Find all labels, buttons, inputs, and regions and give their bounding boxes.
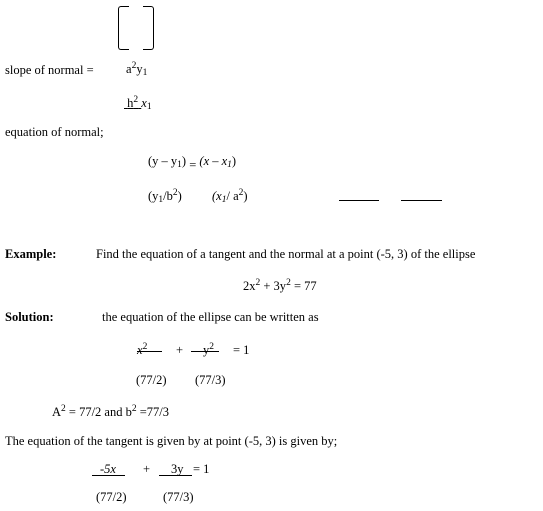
example-label: Example: bbox=[5, 247, 57, 261]
den-underlined: h2 bbox=[124, 95, 141, 110]
n2l-close: ) bbox=[177, 189, 182, 203]
blank-line-2 bbox=[401, 200, 442, 201]
slope-label: slope of normal = bbox=[5, 63, 94, 77]
tangent-bar2 bbox=[159, 475, 192, 476]
normal-line2-right: (x1/ a2) bbox=[212, 188, 248, 205]
ellipse-frac2-den: (77/3) bbox=[195, 373, 226, 387]
tangent-den1: (77/2) bbox=[96, 490, 127, 504]
normal-l1-left: (y – y bbox=[148, 154, 178, 168]
tangent-plus: + bbox=[143, 462, 151, 476]
solution-label: Solution: bbox=[5, 310, 54, 324]
tangent-den2: (77/3) bbox=[163, 490, 194, 504]
ellipse-equals-one: = 1 bbox=[233, 343, 250, 357]
normal-l1-eq: = bbox=[189, 158, 197, 172]
frac2-bar bbox=[191, 351, 219, 352]
slope-denominator: h2 x1 bbox=[124, 95, 152, 112]
eq-part3: = 77 bbox=[290, 279, 317, 293]
ab-values: A2 = 77/2 and b2 =77/3 bbox=[52, 404, 170, 419]
example-text: Find the equation of a tangent and the n… bbox=[96, 247, 476, 261]
tangent-eq: = 1 bbox=[193, 462, 210, 476]
num-sub: 1 bbox=[142, 68, 148, 78]
n2r-open: (x bbox=[212, 189, 222, 203]
tangent-num1: -5x bbox=[100, 463, 116, 476]
normal-l1-left-close: ) bbox=[181, 154, 187, 168]
solution-text: the equation of the ellipse can be writt… bbox=[102, 310, 319, 324]
tangent-bar1 bbox=[92, 475, 125, 476]
normal-line2-left: (y1/b2) bbox=[148, 188, 182, 205]
tangent-num2: 3y bbox=[171, 462, 184, 476]
den-sub: 1 bbox=[146, 102, 152, 112]
frac1-bar bbox=[137, 351, 162, 352]
n2l-open: (y bbox=[148, 189, 159, 203]
ellipse-plus: + bbox=[176, 343, 184, 357]
tangent-text: The equation of the tangent is given by … bbox=[5, 434, 338, 448]
t-num1: -5x bbox=[100, 462, 116, 476]
normal-line1: (y – y1) = (x – x1) bbox=[148, 154, 237, 172]
ellipse-frac1-den: (77/2) bbox=[136, 373, 167, 387]
normal-l1-right: (x – x bbox=[199, 154, 228, 168]
right-bracket bbox=[143, 6, 154, 50]
n2l-mid: /b bbox=[163, 189, 173, 203]
normal-label: equation of normal; bbox=[5, 125, 104, 139]
ab-a: A bbox=[52, 405, 62, 419]
ab-end: =77/3 bbox=[136, 405, 170, 419]
blank-line-1 bbox=[339, 200, 379, 201]
eq-part2: + 3y bbox=[260, 279, 287, 293]
n2r-close: ) bbox=[243, 189, 248, 203]
slope-numerator: a2y1 bbox=[126, 61, 148, 78]
n2r-mid: / a bbox=[226, 189, 239, 203]
den-sup: 2 bbox=[133, 95, 139, 105]
eq-part1: 2x bbox=[243, 279, 256, 293]
ab-mid: = 77/2 and b bbox=[65, 405, 132, 419]
example-equation: 2x2 + 3y2 = 77 bbox=[243, 278, 317, 293]
normal-l1-right-close: ) bbox=[231, 154, 237, 168]
left-bracket bbox=[118, 6, 129, 50]
